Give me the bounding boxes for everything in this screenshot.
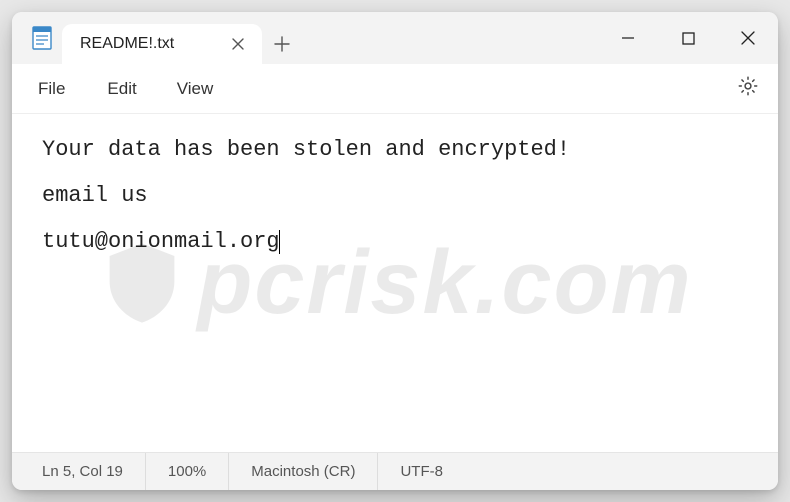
status-encoding[interactable]: UTF-8 xyxy=(378,453,465,490)
titlebar: README!.txt xyxy=(12,12,778,64)
tab-readme[interactable]: README!.txt xyxy=(62,24,262,64)
statusbar: Ln 5, Col 19 100% Macintosh (CR) UTF-8 xyxy=(12,452,778,490)
settings-button[interactable] xyxy=(728,69,768,109)
menu-view[interactable]: View xyxy=(157,71,234,107)
notepad-app-icon xyxy=(22,12,62,64)
close-tab-icon[interactable] xyxy=(226,32,250,56)
notepad-window: README!.txt File Edit View xyxy=(12,12,778,490)
menu-file[interactable]: File xyxy=(16,71,87,107)
doc-line-1: Your data has been stolen and encrypted! xyxy=(42,137,570,162)
tabs-area: README!.txt xyxy=(62,12,302,64)
document-text: Your data has been stolen and encrypted!… xyxy=(42,138,768,254)
menu-edit[interactable]: Edit xyxy=(87,71,156,107)
status-cursor-position: Ln 5, Col 19 xyxy=(12,453,146,490)
doc-line-3: email us xyxy=(42,183,148,208)
menubar: File Edit View xyxy=(12,64,778,114)
status-zoom[interactable]: 100% xyxy=(146,453,229,490)
titlebar-drag-area[interactable] xyxy=(302,12,598,64)
doc-line-5: tutu@onionmail.org xyxy=(42,229,280,254)
minimize-button[interactable] xyxy=(598,12,658,64)
tab-title: README!.txt xyxy=(80,35,226,53)
close-window-button[interactable] xyxy=(718,12,778,64)
text-editor-area[interactable]: Your data has been stolen and encrypted!… xyxy=(12,114,778,452)
text-caret xyxy=(279,230,281,254)
window-controls xyxy=(598,12,778,64)
gear-icon xyxy=(737,75,759,102)
maximize-button[interactable] xyxy=(658,12,718,64)
new-tab-button[interactable] xyxy=(262,24,302,64)
status-line-endings[interactable]: Macintosh (CR) xyxy=(229,453,378,490)
